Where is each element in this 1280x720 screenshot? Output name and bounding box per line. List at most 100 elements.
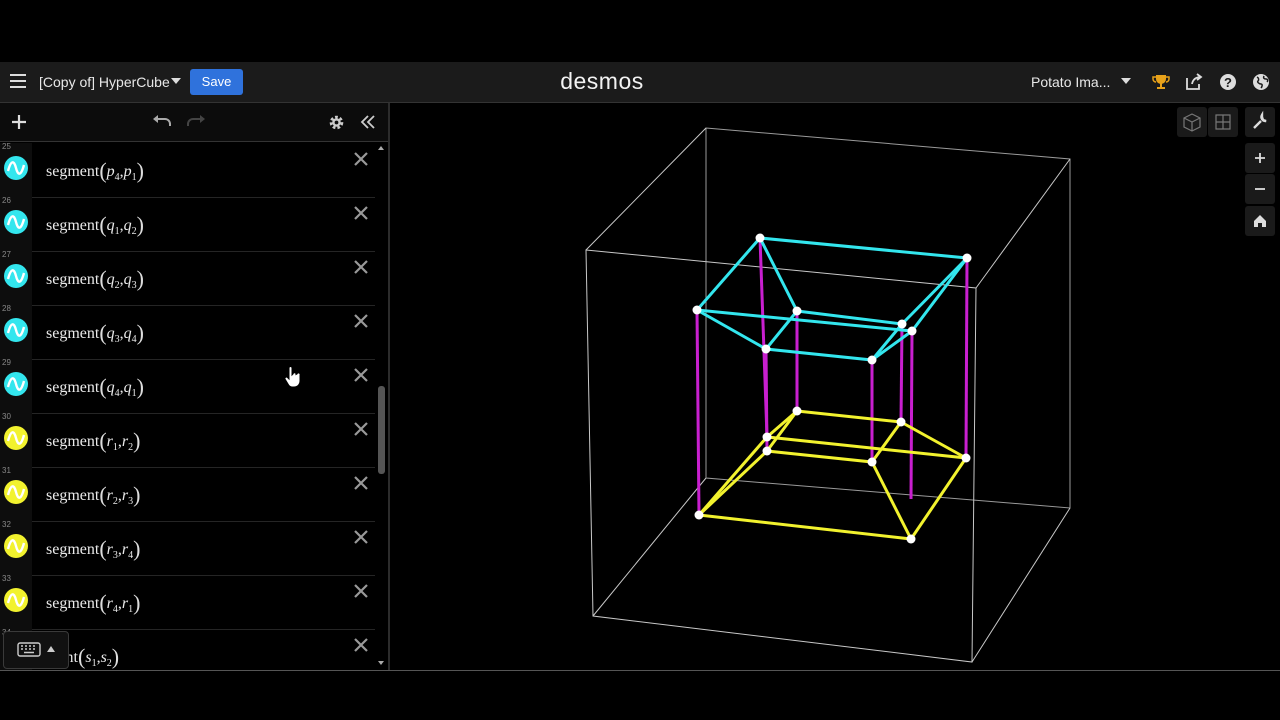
scrollbar-thumb[interactable] [378,386,385,474]
point-a-var: q [106,217,115,234]
point-b-sub: 4 [131,334,137,346]
collapse-panel-icon[interactable] [360,115,376,129]
expression-gutter: 26 [0,196,32,251]
delete-expression-close-icon[interactable] [352,258,370,276]
zoom-in-button[interactable] [1245,143,1275,173]
expression-gutter: 28 [0,304,32,359]
point-b-var: q [123,217,132,234]
user-name[interactable]: Potato Ima... [1031,74,1110,90]
point-a-sub: 2 [114,280,120,292]
expression-gutter: 29 [0,358,32,413]
expression-math[interactable]: segment(r4,r1) [46,588,140,615]
expression-math[interactable]: segment(q1,q2) [46,210,144,237]
point-a-sub: 4 [112,604,118,616]
point-b-var: q [123,271,132,288]
bounding-box [585,127,1071,663]
3d-view-button[interactable] [1177,107,1207,137]
cube-wireframe-icon [1183,113,1201,132]
delete-expression-close-icon[interactable] [352,150,370,168]
delete-expression-close-icon[interactable] [352,420,370,438]
keypad-toggle-button[interactable] [3,631,69,669]
desmos-logo: desmos [560,68,644,94]
yellow-cube-edges [695,409,969,541]
expression-math[interactable]: segment(q4,q1) [46,372,144,399]
expression-math[interactable]: segment(r1,r2) [46,426,140,453]
expression-color-toggle[interactable] [4,156,28,180]
point-a-var: q [106,325,115,342]
cyan-cube-edges [693,236,970,362]
hypercube-3d-plot[interactable] [390,103,1280,670]
expression-row[interactable]: 32 segment(r3,r4) [0,520,375,576]
segment-style-icon [4,264,28,288]
point-a-sub: 4 [114,172,120,184]
share-icon[interactable] [1184,72,1204,92]
language-globe-icon[interactable] [1251,72,1271,92]
bottom-divider [0,670,1280,671]
settings-gear-icon[interactable] [328,114,345,131]
zoom-out-button[interactable] [1245,174,1275,204]
expression-index: 25 [2,143,11,151]
delete-expression-close-icon[interactable] [352,312,370,330]
graph-settings-button[interactable] [1245,107,1275,137]
expression-row[interactable]: 25 segment(p4,p1) [0,143,375,198]
redo-icon[interactable] [186,114,206,130]
expression-panel: 25 segment(p4,p1) 26 segment(q1,q2) 27 segmen… [0,103,390,670]
scroll-up-arrow-icon[interactable] [377,145,385,151]
expression-row[interactable]: 27 segment(q2,q3) [0,250,375,306]
delete-expression-close-icon[interactable] [352,366,370,384]
segment-style-icon [4,426,28,450]
delete-expression-close-icon[interactable] [352,582,370,600]
trophy-icon[interactable] [1151,72,1171,92]
expression-math[interactable]: segment(r3,r4) [46,534,140,561]
expression-row[interactable]: 29 segment(q4,q1) [0,358,375,414]
default-viewport-button[interactable] [1245,206,1275,236]
segment-style-icon [4,210,28,234]
user-dropdown-chevron-icon[interactable] [1121,78,1131,84]
2d-view-button[interactable] [1208,107,1238,137]
expression-color-toggle[interactable] [4,588,28,612]
point-a-sub: 1 [91,658,97,670]
segment-style-icon [4,156,28,180]
point-a-sub: 4 [114,388,120,400]
expression-color-toggle[interactable] [4,480,28,504]
delete-expression-close-icon[interactable] [352,204,370,222]
expression-color-toggle[interactable] [4,318,28,342]
point-a-sub: 2 [112,496,118,508]
wrench-icon [1253,110,1267,129]
expression-color-toggle[interactable] [4,534,28,558]
expression-math[interactable]: segment(q3,q4) [46,318,144,345]
expression-list: 25 segment(p4,p1) 26 segment(q1,q2) 27 segmen… [0,143,375,670]
expression-row[interactable]: 30 segment(r1,r2) [0,412,375,468]
minus-icon [1255,188,1265,190]
expression-math[interactable]: segment(p4,p1) [46,156,144,183]
point-a-var: q [106,379,115,396]
expression-color-toggle[interactable] [4,426,28,450]
expression-math[interactable]: segment(q2,q3) [46,264,144,291]
expression-row[interactable]: 31 segment(r2,r3) [0,466,375,522]
expression-color-toggle[interactable] [4,264,28,288]
function-name: segment [46,595,100,612]
delete-expression-close-icon[interactable] [352,636,370,654]
expression-row[interactable]: 26 segment(q1,q2) [0,196,375,252]
expression-color-toggle[interactable] [4,210,28,234]
delete-expression-close-icon[interactable] [352,528,370,546]
expression-row[interactable]: 33 segment(r4,r1) [0,574,375,630]
expression-gutter: 27 [0,250,32,305]
hand-pointer-cursor-icon [284,366,301,388]
segment-style-icon [4,318,28,342]
expression-gutter: 25 [0,143,32,197]
expression-row[interactable]: 28 segment(q3,q4) [0,304,375,360]
function-name: segment [46,217,100,234]
expression-math[interactable]: segment(r2,r3) [46,480,140,507]
scroll-down-arrow-icon[interactable] [377,660,385,666]
expression-gutter: 33 [0,574,32,629]
undo-icon[interactable] [152,114,172,130]
help-icon[interactable]: ? [1218,72,1238,92]
expression-color-toggle[interactable] [4,372,28,396]
point-b-var: q [123,379,132,396]
delete-expression-close-icon[interactable] [352,474,370,492]
expression-gutter: 32 [0,520,32,575]
graph-3d-canvas[interactable] [390,103,1280,670]
point-a-sub: 3 [112,550,118,562]
add-item-plus-icon[interactable] [11,114,27,130]
